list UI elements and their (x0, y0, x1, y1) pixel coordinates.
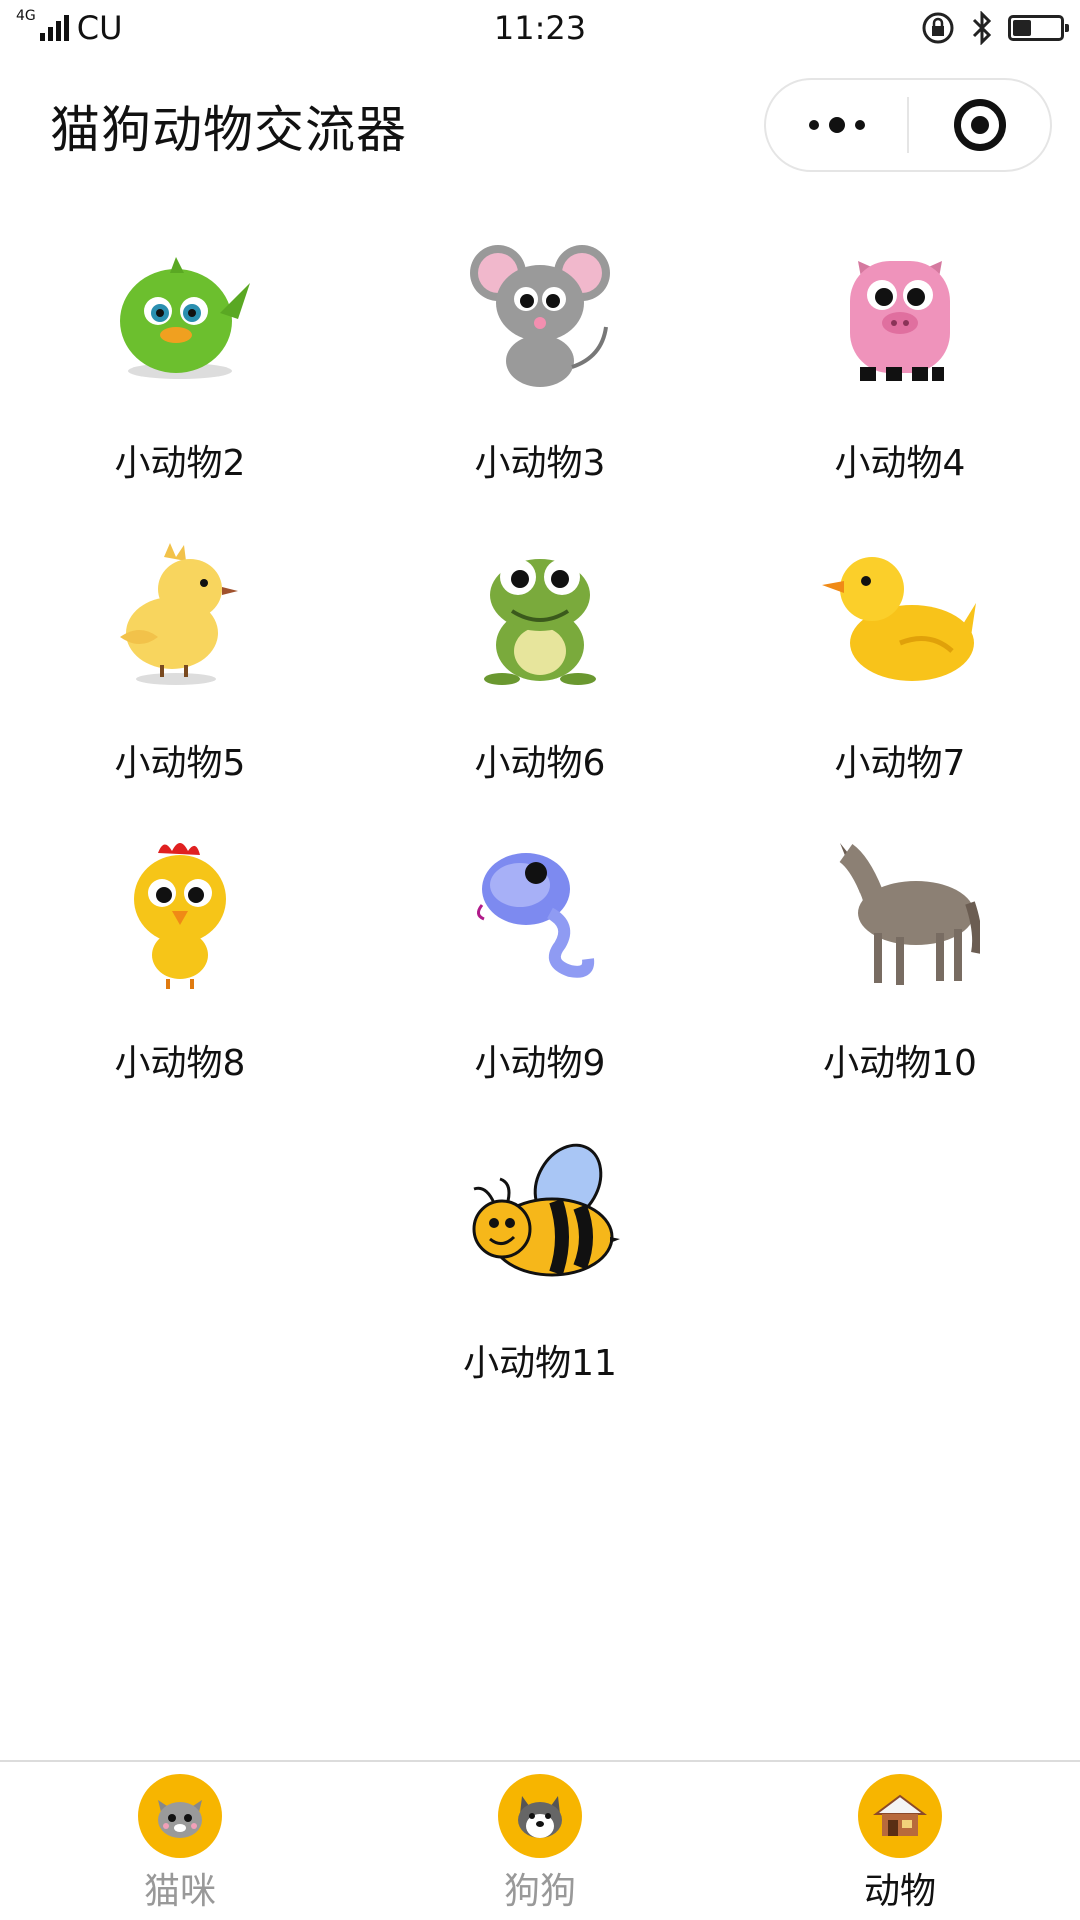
tab-label: 动物 (863, 1871, 936, 1912)
tab-animals[interactable]: 动物 (720, 1762, 1080, 1920)
tab-cats[interactable]: 猫咪 (0, 1762, 360, 1920)
animal-item[interactable]: 小动物10 (720, 800, 1080, 1100)
animal-label: 小动物9 (474, 1043, 606, 1084)
animal-grid: 小动物2 小动物3 小动物4 小动物5 小动物6 小动物7 小动物8 小动物9 … (0, 200, 1080, 1400)
mouse-icon (455, 228, 625, 398)
animal-item[interactable]: 小动物8 (0, 800, 360, 1100)
wolf-icon (815, 828, 985, 998)
dog-icon (498, 1774, 582, 1858)
close-mini-program-button[interactable] (909, 80, 1050, 170)
animal-label: 小动物3 (474, 443, 606, 484)
chick-icon (95, 528, 265, 698)
status-bar: 4G CU 11:23 (0, 0, 1080, 56)
more-button[interactable] (766, 80, 907, 170)
tab-label: 猫咪 (143, 1871, 216, 1912)
animal-item[interactable]: 小动物6 (360, 500, 720, 800)
tab-label: 狗狗 (503, 1871, 576, 1912)
animal-label: 小动物5 (114, 743, 246, 784)
animal-label: 小动物7 (834, 743, 966, 784)
snake-icon (455, 828, 625, 998)
animal-item[interactable]: 小动物9 (360, 800, 720, 1100)
animal-label: 小动物2 (114, 443, 246, 484)
page-title: 猫狗动物交流器 (50, 101, 407, 159)
animal-label: 小动物4 (834, 443, 966, 484)
tab-bar: 猫咪 狗狗 动物 (0, 1760, 1080, 1920)
mini-program-capsule (764, 78, 1052, 172)
frog-icon (455, 528, 625, 698)
target-icon (953, 99, 1006, 151)
animal-item[interactable]: 小动物11 (360, 1100, 720, 1400)
duck-icon (815, 528, 985, 698)
pig-icon (815, 228, 985, 398)
battery-icon (1008, 15, 1069, 41)
house-icon (858, 1774, 942, 1858)
cat-icon (138, 1774, 222, 1858)
tab-dogs[interactable]: 狗狗 (360, 1762, 720, 1920)
status-time: 11:23 (493, 9, 587, 47)
animal-label: 小动物11 (463, 1343, 617, 1384)
animal-label: 小动物10 (823, 1043, 977, 1084)
animal-item[interactable]: 小动物5 (0, 500, 360, 800)
animal-item[interactable]: 小动物4 (720, 200, 1080, 500)
green-bird-icon (95, 228, 265, 398)
animal-item[interactable]: 小动物7 (720, 500, 1080, 800)
animal-label: 小动物6 (474, 743, 606, 784)
animal-label: 小动物8 (114, 1043, 246, 1084)
more-icon (808, 117, 865, 133)
animal-item[interactable]: 小动物3 (360, 200, 720, 500)
bee-icon (455, 1128, 625, 1298)
animal-item[interactable]: 小动物2 (0, 200, 360, 500)
chicken-icon (95, 828, 265, 998)
nav-bar: 猫狗动物交流器 (0, 56, 1080, 196)
